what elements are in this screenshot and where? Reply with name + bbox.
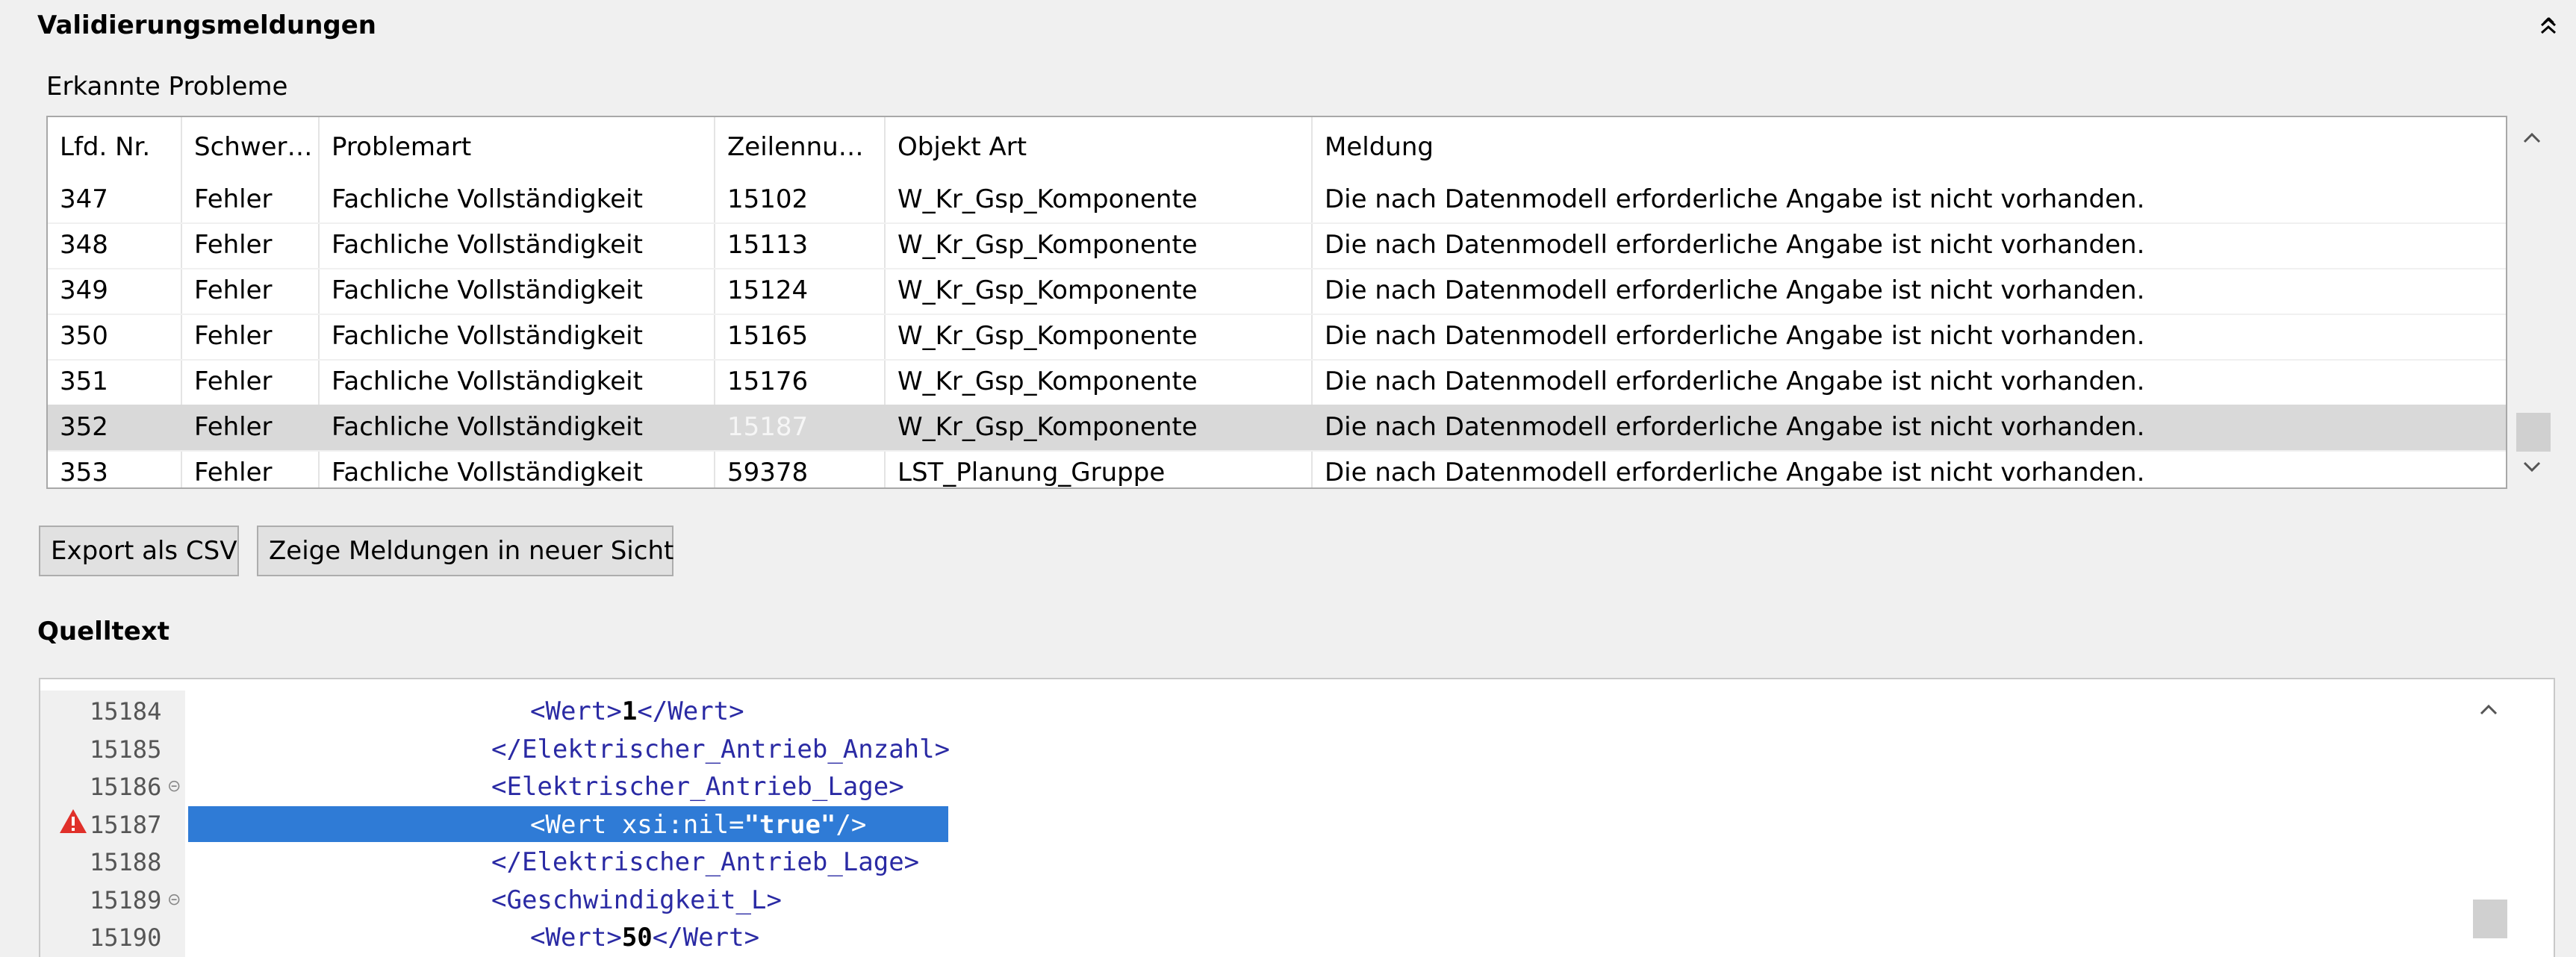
cell-nr: 353 [60,458,108,487]
code-line[interactable]: 15186 ⊝ <Elektrischer_Antrieb_Lage> [0,768,2471,805]
cell-message: Die nach Datenmodell erforderliche Angab… [1325,230,2145,260]
cell-line: 15187 [727,412,809,442]
editor-scrollbar[interactable] [2464,691,2516,957]
header-col-message[interactable]: Meldung [1313,117,2506,177]
code-line[interactable]: 15190 <Wert>50</Wert> [0,919,2471,956]
source-section-title: Quelltext [37,617,169,646]
code-text: </Elektrischer_Antrieb_Lage> [491,847,920,877]
line-number: 15190 [90,923,162,952]
warning-icon[interactable] [58,808,88,835]
detected-problems-label: Erkannte Probleme [46,72,288,102]
cell-message: Die nach Datenmodell erforderliche Angab… [1325,184,2145,214]
cell-object: LST_Planung_Gruppe [897,458,1166,487]
export-csv-button[interactable]: Export als CSV [39,526,239,576]
cell-message: Die nach Datenmodell erforderliche Angab… [1325,367,2145,396]
cell-nr: 348 [60,230,108,260]
cell-severity: Fehler [194,184,273,214]
collapse-section-button[interactable] [2537,15,2560,37]
cell-type: Fachliche Vollständigkeit [332,458,643,487]
line-number: 15189 [90,885,162,914]
cell-severity: Fehler [194,367,273,396]
cell-nr: 351 [60,367,108,396]
cell-message: Die nach Datenmodell erforderliche Angab… [1325,412,2145,442]
table-row[interactable]: 353 Fehler Fachliche Vollständigkeit 59378 L… [48,450,2506,487]
cell-severity: Fehler [194,458,273,487]
cell-object: W_Kr_Gsp_Komponente [897,275,1198,305]
cell-nr: 347 [60,184,108,214]
cell-object: W_Kr_Gsp_Komponente [897,184,1198,214]
cell-type: Fachliche Vollständigkeit [332,275,643,305]
line-number: 15186 [90,773,162,801]
code-text: <Geschwindigkeit_L> [491,885,782,915]
code-text: </Elektrischer_Antrieb_Anzahl> [491,734,951,764]
header-col-line[interactable]: Zeilennu… [715,117,886,177]
double-chevron-up-icon [2541,17,2556,34]
scroll-up-icon[interactable] [2522,132,2542,144]
cell-nr: 349 [60,275,108,305]
code-line[interactable]: 15188 </Elektrischer_Antrieb_Lage> [0,844,2471,881]
cell-type: Fachliche Vollständigkeit [332,367,643,396]
code-line[interactable]: 15189 ⊝ <Geschwindigkeit_L> [0,882,2471,919]
cell-message: Die nach Datenmodell erforderliche Angab… [1325,275,2145,305]
cell-severity: Fehler [194,275,273,305]
cell-line: 59378 [727,458,809,487]
line-number: 15184 [90,697,162,726]
cell-message: Die nach Datenmodell erforderliche Angab… [1325,458,2145,487]
code-text: <Wert xsi:nil="true"/> [530,809,867,840]
code-text: <Wert>1</Wert> [530,696,744,726]
fold-icon[interactable]: ⊝ [167,891,181,909]
cell-object: W_Kr_Gsp_Komponente [897,367,1198,396]
table-row[interactable]: 350 Fehler Fachliche Vollständigkeit 15165 W… [48,314,2506,361]
cell-line: 15124 [727,275,809,305]
code-line[interactable]: 15184 <Wert>1</Wert> [0,693,2471,730]
cell-nr: 350 [60,321,108,351]
header-col-nr[interactable]: Lfd. Nr. [48,117,182,177]
code-line[interactable]: 15185 </Elektrischer_Antrieb_Anzahl> [0,731,2471,768]
header-col-type[interactable]: Problemart [320,117,715,177]
header-col-severity[interactable]: Schwer… [182,117,320,177]
scroll-up-icon[interactable] [2479,704,2498,716]
table-row[interactable]: 348 Fehler Fachliche Vollständigkeit 15113 W… [48,222,2506,269]
cell-object: W_Kr_Gsp_Komponente [897,230,1198,260]
table-row[interactable]: 352 Fehler Fachliche Vollständigkeit 15187 W… [48,405,2506,452]
problems-table[interactable]: Lfd. Nr. Schwer… Problemart Zeilennu… Objekt… [46,116,2507,489]
line-number: 15185 [90,735,162,764]
cell-type: Fachliche Vollständigkeit [332,184,643,214]
code-text: <Elektrischer_Antrieb_Lage> [491,772,904,802]
show-in-new-view-button[interactable]: Zeige Meldungen in neuer Sicht [257,526,673,576]
cell-line: 15102 [727,184,809,214]
cell-line: 15176 [727,367,809,396]
cell-message: Die nach Datenmodell erforderliche Angab… [1325,321,2145,351]
table-row[interactable]: 351 Fehler Fachliche Vollständigkeit 15176 W… [48,359,2506,406]
cell-line: 15113 [727,230,809,260]
cell-type: Fachliche Vollständigkeit [332,412,643,442]
cell-object: W_Kr_Gsp_Komponente [897,321,1198,351]
header-col-object[interactable]: Objekt Art [886,117,1313,177]
line-number: 15188 [90,848,162,876]
table-row[interactable]: 347 Fehler Fachliche Vollständigkeit 15102 W… [48,177,2506,224]
cell-severity: Fehler [194,412,273,442]
table-scroll-thumb[interactable] [2516,413,2551,452]
line-number: 15187 [90,810,162,839]
validation-section-title: Validierungsmeldungen [37,10,377,40]
table-row[interactable]: 349 Fehler Fachliche Vollständigkeit 15124 W… [48,268,2506,315]
cell-type: Fachliche Vollständigkeit [332,321,643,351]
fold-icon[interactable]: ⊝ [167,777,181,796]
cell-line: 15165 [727,321,809,351]
code-text: <Wert>50</Wert> [530,923,760,953]
table-scrollbar[interactable] [2509,116,2554,489]
cell-nr: 352 [60,412,108,442]
cell-severity: Fehler [194,321,273,351]
cell-severity: Fehler [194,230,273,260]
code-line[interactable]: 15187 <Wert xsi:nil="true"/> [0,806,2471,844]
cell-object: W_Kr_Gsp_Komponente [897,412,1198,442]
cell-type: Fachliche Vollständigkeit [332,230,643,260]
scroll-down-icon[interactable] [2522,461,2542,473]
editor-scroll-thumb[interactable] [2473,900,2507,938]
